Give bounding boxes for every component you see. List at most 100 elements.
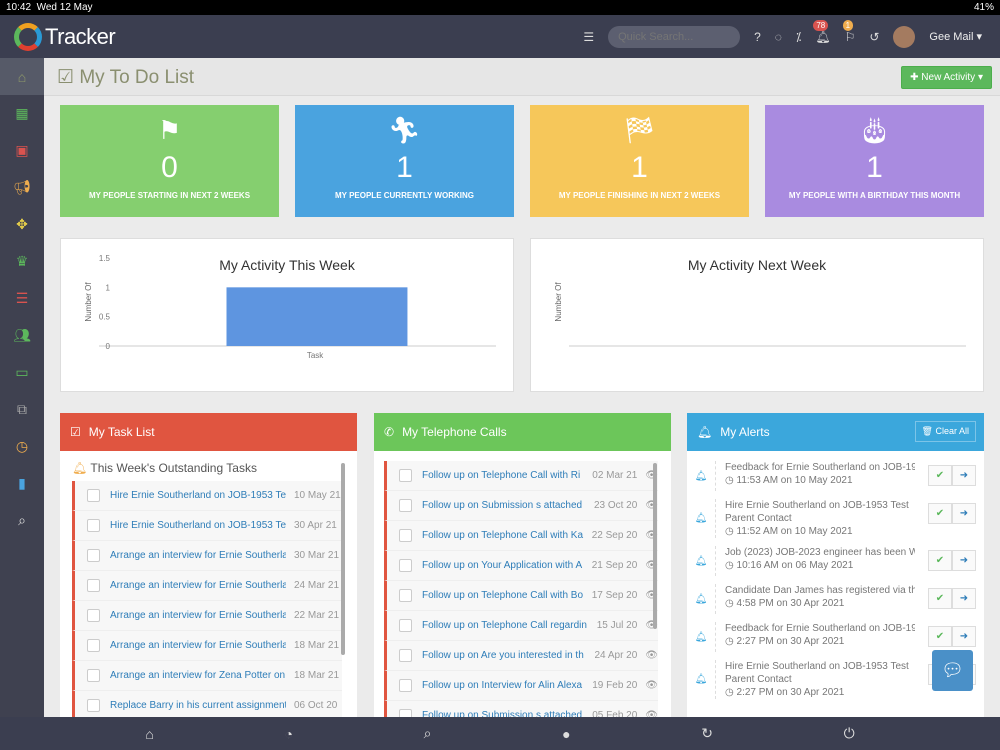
calls-header: ✆ My Telephone Calls [374,413,671,451]
sidebar-companies-icon[interactable]: ▦ [0,95,44,132]
task-link[interactable]: Arrange an interview for Ernie Southerla… [110,580,286,591]
x-tick-label: Task [307,351,324,359]
alert-item: 🔔︎ Candidate Dan James has registered via… [687,580,984,618]
task-link[interactable]: Arrange an interview for Ernie Southerla… [110,550,286,561]
card-birthday[interactable]: 🎂︎ 1 MY PEOPLE WITH A BIRTHDAY THIS MONTH [765,105,984,217]
sidebar-search-icon[interactable]: ⌕ [0,502,44,539]
call-checkbox[interactable] [399,679,412,692]
call-link[interactable]: Follow up on Telephone Call with Bo [422,590,584,601]
open-alert-button[interactable]: ➜ [952,503,976,524]
task-link[interactable]: Arrange an interview for Zena Potter on [110,670,286,681]
sidebar-trophy-icon[interactable]: ♛ [0,243,44,280]
task-checkbox[interactable] [87,549,100,562]
eye-icon[interactable]: 👁︎ [645,680,658,691]
y-tick-label: 0 [106,342,111,351]
new-activity-button[interactable]: ✚ New Activity ▾ [901,66,992,89]
chat-widget-button[interactable]: 💬︎ [932,650,973,691]
clear-all-button[interactable]: 🗑 Clear All [914,421,976,442]
open-alert-button[interactable]: ➜ [952,550,976,571]
status-time: 10:42 [6,2,32,13]
task-checkbox[interactable] [87,639,100,652]
refresh-icon[interactable]: ↻ [701,725,713,742]
task-row: Arrange an interview for Zena Potter on 1… [72,661,342,691]
call-checkbox[interactable] [399,709,412,717]
open-alert-button[interactable]: ➜ [952,626,976,647]
call-checkbox[interactable] [399,649,412,662]
magic-icon[interactable]: ⁒ [796,30,801,44]
call-link[interactable]: Follow up on Interview for Alin Alexa [422,680,584,691]
dashboard-icon[interactable]: ◔ [284,726,292,742]
eye-icon[interactable]: 👁︎ [645,710,658,717]
search-icon[interactable]: ⌕ [424,725,432,742]
user-menu[interactable]: Gee Mail ▾ [929,30,982,43]
call-checkbox[interactable] [399,529,412,542]
card-finishing[interactable]: 🏁︎ 1 MY PEOPLE FINISHING IN NEXT 2 WEEKS [530,105,749,217]
call-checkbox[interactable] [399,619,412,632]
task-link[interactable]: Arrange an interview for Ernie Southerla… [110,640,286,651]
card-starting[interactable]: ⚑ 0 MY PEOPLE STARTING IN NEXT 2 WEEKS [60,105,279,217]
call-link[interactable]: Follow up on Submission s attached [422,500,586,511]
power-icon[interactable]: ⏻ [844,725,855,742]
sidebar-people-icon[interactable]: 👥︎ [0,317,44,354]
sidebar-money-icon[interactable]: ▭ [0,354,44,391]
call-link[interactable]: Follow up on Your Application with A [422,560,584,571]
call-date: 22 Sep 20 [591,530,638,541]
task-checkbox[interactable] [87,699,100,712]
calls-panel: ✆ My Telephone Calls Follow up on Telepho… [374,413,671,717]
sidebar-home-icon[interactable]: ⌂ [0,58,44,95]
eye-icon[interactable]: 👁︎ [645,650,658,661]
task-checkbox[interactable] [87,579,100,592]
sidebar-clock-icon[interactable]: ◷ [0,428,44,465]
bell-icon[interactable]: 🔔︎ 78 [813,19,831,44]
dismiss-alert-button[interactable]: ✔ [928,465,952,486]
chat-icon[interactable]: ◌ [775,30,782,44]
call-row: Follow up on Telephone Call with Ka 22 Se… [384,521,658,551]
sidebar-chart-icon[interactable]: ▮ [0,465,44,502]
sidebar-contacts-icon[interactable]: ▣ [0,132,44,169]
avatar[interactable] [893,25,916,48]
task-link[interactable]: Replace Barry in his current assignment [110,700,286,711]
scrollbar[interactable] [341,463,345,655]
call-link[interactable]: Follow up on Submission s attached [422,710,584,717]
call-checkbox[interactable] [399,559,412,572]
alert-text: Hire Ernie Southerland on JOB-1953 Test … [725,500,909,524]
user-icon[interactable]: ● [562,726,570,742]
help-icon[interactable]: ? [754,30,761,44]
flag-icon[interactable]: ⚐ 1 [842,19,855,44]
call-link[interactable]: Follow up on Telephone Call with Ka [422,530,584,541]
dismiss-alert-button[interactable]: ✔ [928,588,952,609]
sidebar-megaphone-icon[interactable]: 📢︎ [0,169,44,206]
dismiss-alert-button[interactable]: ✔ [928,503,952,524]
task-checkbox[interactable] [87,489,100,502]
task-date: 30 Mar 21 [294,550,340,561]
dismiss-alert-button[interactable]: ✔ [928,626,952,647]
history-icon[interactable]: ↺ [869,30,879,44]
dismiss-alert-button[interactable]: ✔ [928,550,952,571]
app-logo[interactable]: Tracker [14,22,116,51]
sidebar-puzzle-icon[interactable]: ✥ [0,206,44,243]
task-checkbox[interactable] [87,609,100,622]
call-checkbox[interactable] [399,469,412,482]
task-link[interactable]: Hire Ernie Southerland on JOB-1953 Test [110,490,286,501]
task-row: Arrange an interview for Ernie Southerla… [72,541,342,571]
call-link[interactable]: Follow up on Are you interested in th [422,650,586,661]
call-link[interactable]: Follow up on Telephone Call with Ri [422,470,584,481]
menu-icon[interactable]: ☰ [583,30,594,44]
sidebar-list-icon[interactable]: ☰ [0,280,44,317]
open-alert-button[interactable]: ➜ [952,465,976,486]
call-link[interactable]: Follow up on Telephone Call regardin [422,620,589,631]
home-icon[interactable]: ⌂ [145,726,153,742]
quick-search-input[interactable] [608,25,741,48]
card-value: 0 [161,151,178,184]
task-link[interactable]: Arrange an interview for Ernie Southerla… [110,610,286,621]
task-link[interactable]: Hire Ernie Southerland on JOB-1953 Test [110,520,286,531]
task-checkbox[interactable] [87,519,100,532]
scrollbar[interactable] [653,463,657,629]
call-checkbox[interactable] [399,499,412,512]
open-alert-button[interactable]: ➜ [952,588,976,609]
page-title: ☑ My To Do List [57,67,195,88]
task-checkbox[interactable] [87,669,100,682]
call-checkbox[interactable] [399,589,412,602]
sidebar-docs-icon[interactable]: ⧉ [0,391,44,428]
card-working[interactable]: 🏃︎ 1 MY PEOPLE CURRENTLY WORKING [295,105,514,217]
